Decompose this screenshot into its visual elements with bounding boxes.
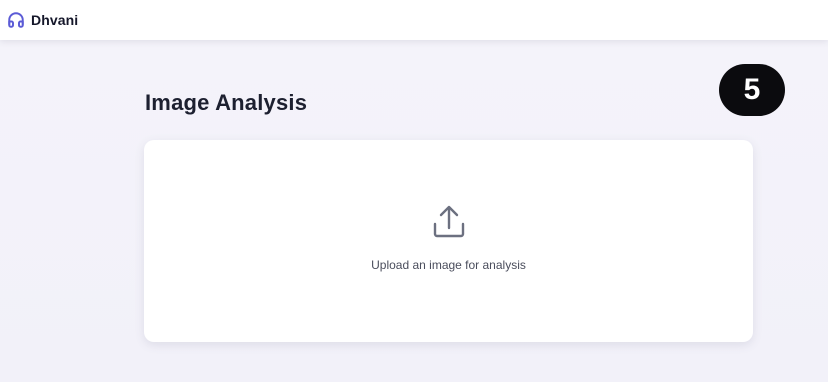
page-title: Image Analysis [145,90,308,115]
step-badge: 5 [719,64,785,116]
upload-icon [427,200,471,244]
upload-dropzone[interactable]: Upload an image for analysis [144,140,753,342]
app-name: Dhvani [31,12,79,28]
top-bar: Dhvani [0,0,828,40]
brand-logo[interactable]: Dhvani [6,10,78,30]
main-content: Image Analysis 5 Upload an image for ana… [0,40,828,382]
headphones-icon [6,10,26,30]
upload-prompt: Upload an image for analysis [371,258,526,272]
